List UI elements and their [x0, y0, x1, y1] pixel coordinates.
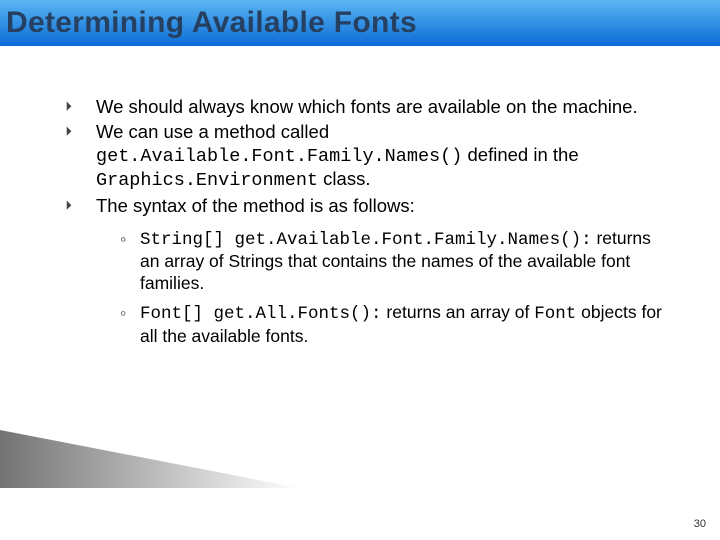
- bullet-list: We should always know which fonts are av…: [66, 96, 666, 347]
- bullet-text-part: class.: [318, 168, 370, 189]
- sub-bullet-item: String[] get.Available.Font.Family.Names…: [120, 228, 666, 295]
- bullet-text: The syntax of the method is as follows:: [96, 195, 415, 216]
- content-area: We should always know which fonts are av…: [66, 96, 666, 355]
- bullet-item: We should always know which fonts are av…: [66, 96, 666, 119]
- sub-bullet-item: Font[] get.All.Fonts(): returns an array…: [120, 302, 666, 347]
- slide-number: 30: [694, 518, 706, 530]
- bullet-item: We can use a method called get.Available…: [66, 121, 666, 193]
- bullet-item: The syntax of the method is as follows: …: [66, 195, 666, 347]
- code-text: String[] get.Available.Font.Family.Names…: [140, 230, 592, 250]
- code-text: Graphics.Environment: [96, 170, 318, 191]
- code-text: get.Available.Font.Family.Names(): [96, 146, 462, 167]
- sub-bullet-text: returns an array of: [382, 302, 535, 322]
- slide: Determining Available Fonts We should al…: [0, 0, 720, 540]
- bullet-text-part: We can use a method called: [96, 121, 329, 142]
- code-text: Font: [534, 304, 576, 324]
- decorative-shadow: [0, 430, 300, 488]
- code-text: Font[] get.All.Fonts():: [140, 304, 382, 324]
- bullet-text: We should always know which fonts are av…: [96, 96, 638, 117]
- bullet-text-part: defined in the: [462, 144, 578, 165]
- title-bar: Determining Available Fonts: [0, 0, 720, 46]
- sub-bullet-list: String[] get.Available.Font.Family.Names…: [120, 228, 666, 348]
- slide-title: Determining Available Fonts: [6, 6, 417, 40]
